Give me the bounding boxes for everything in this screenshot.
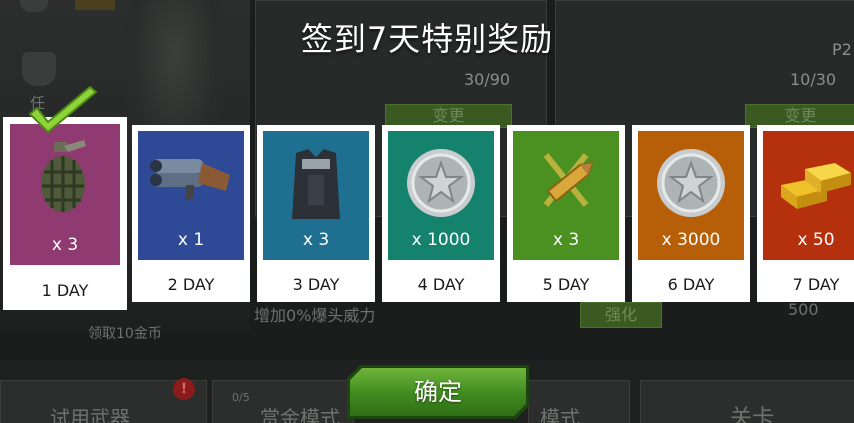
- reward-card-day-6: x 3000 6 DAY: [632, 125, 750, 302]
- launcher-icon: [146, 145, 236, 209]
- reward-day-label: 1 DAY: [41, 281, 89, 300]
- grenade-icon: [30, 138, 100, 222]
- buff-text: 增加0%爆头威力: [254, 306, 376, 325]
- upgrade-button: 强化: [580, 302, 662, 328]
- reward-day-label: 3 DAY: [292, 275, 340, 294]
- reward-day-label: 7 DAY: [792, 275, 840, 294]
- reward-count: x 3000: [661, 230, 721, 250]
- alert-badge: !: [173, 378, 195, 400]
- reward-count: x 3: [552, 230, 580, 250]
- reward-card-day-5: x 3 5 DAY: [507, 125, 625, 302]
- upgrade-price: 500: [788, 300, 819, 319]
- bullet-icon: [526, 145, 606, 219]
- reward-slot: x 3000: [638, 131, 744, 260]
- game-tag: [75, 0, 115, 10]
- reward-count: x 1: [177, 230, 205, 250]
- armor-vest-icon: [288, 145, 344, 229]
- reward-card-day-4: x 1000 4 DAY: [382, 125, 500, 302]
- reward-card-day-3: x 3 3 DAY: [257, 125, 375, 302]
- reward-card-day-7: x 50 7 DAY: [757, 125, 854, 302]
- reward-count: x 1000: [411, 230, 471, 250]
- trial-weapon-label: 试用武器: [50, 406, 130, 423]
- dialog-title: 签到7天特别奖励: [300, 20, 554, 58]
- gold-bars-icon: [771, 145, 854, 219]
- reward-count: x 50: [797, 230, 835, 250]
- reward-count: x 3: [51, 235, 79, 255]
- reward-slot: x 3: [263, 131, 369, 260]
- reward-slot: x 1: [138, 131, 244, 260]
- stage-label: 关卡: [730, 406, 775, 423]
- reward-slot: x 1000: [388, 131, 494, 260]
- claimed-check-icon: [29, 86, 97, 133]
- ammo-right: 10/30: [790, 70, 837, 89]
- reward-card-day-2: x 1 2 DAY: [132, 125, 250, 302]
- reward-count: x 3: [302, 230, 330, 250]
- silver-coin-icon: [653, 145, 729, 225]
- reward-card-day-1: x 3 1 DAY: [3, 117, 127, 310]
- reward-day-label: 6 DAY: [667, 275, 715, 294]
- ammo-left: 30/90: [464, 70, 511, 89]
- free-coins-text: 领取10金币: [88, 326, 162, 342]
- reward-slot: x 3: [513, 131, 619, 260]
- bounty-mode-label: 赏金模式: [260, 406, 340, 423]
- reward-slot: x 3: [10, 124, 120, 265]
- progress-label: 0/5: [232, 391, 250, 404]
- confirm-button[interactable]: 确定: [350, 368, 526, 416]
- reward-day-label: 5 DAY: [542, 275, 590, 294]
- silver-coin-icon: [403, 145, 479, 225]
- reward-day-label: 4 DAY: [417, 275, 465, 294]
- mode-label: 模式: [540, 406, 580, 423]
- reward-slot: x 50: [763, 131, 854, 260]
- reward-day-label: 2 DAY: [167, 275, 215, 294]
